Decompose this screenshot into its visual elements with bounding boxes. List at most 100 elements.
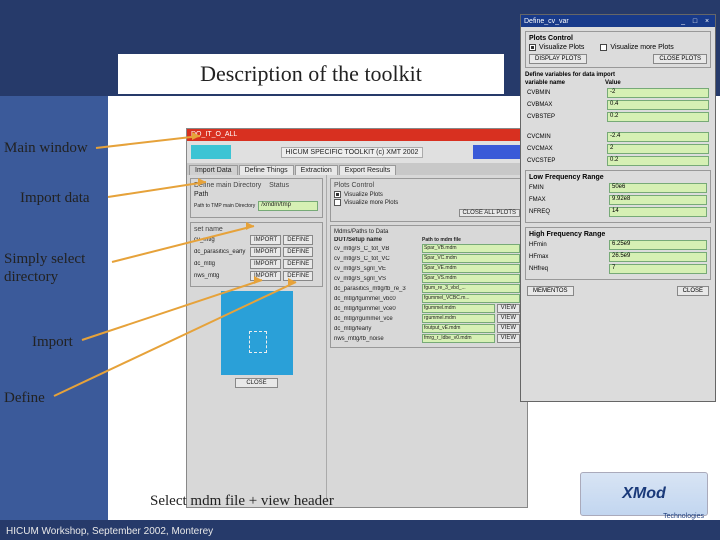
data-list-sub: DUT/Setup name xyxy=(334,237,420,243)
visualize-more-checkbox[interactable] xyxy=(334,199,341,206)
var-value-input[interactable]: 0.4 xyxy=(607,100,709,110)
plots-control-title: Plots Control xyxy=(334,182,520,189)
popup-vis-more-checkbox[interactable] xyxy=(600,44,607,51)
define-dir-title: Define main Directory Status xyxy=(194,182,319,189)
var-value-input[interactable]: 6.25e9 xyxy=(609,240,707,250)
mdm-file-input[interactable]: fgummel.mdm xyxy=(422,304,495,313)
var-value-input[interactable]: 2 xyxy=(607,144,709,154)
mdm-file-input[interactable]: Spar_VE.mdm xyxy=(422,264,520,273)
var-name: FMAX xyxy=(529,197,609,203)
import-button[interactable]: IMPORT xyxy=(250,235,281,245)
close-plots-button[interactable]: CLOSE PLOTS xyxy=(653,54,707,64)
define-button[interactable]: DEFINE xyxy=(283,271,313,281)
minimize-icon[interactable]: _ xyxy=(678,18,688,25)
var-value-input[interactable]: 26.5e9 xyxy=(609,252,707,262)
set-row: nws_mtlg IMPORT DEFINE xyxy=(194,271,319,281)
logo-subtext: Technologies xyxy=(663,513,704,520)
var-row: CVBMAX0.4 xyxy=(527,100,709,110)
header-blue-block xyxy=(473,145,523,159)
dl-name: cv_mtlg/S_C_tot_VB xyxy=(334,246,420,252)
set-name: dc_parasitics_early xyxy=(194,249,248,255)
var-name: NFREQ xyxy=(529,209,609,215)
import-button[interactable]: IMPORT xyxy=(250,259,281,269)
var-value-input[interactable]: 50e6 xyxy=(609,183,707,193)
mdm-file-input[interactable]: Spar_VS.mdm xyxy=(422,274,520,283)
tab-extraction[interactable]: Extraction xyxy=(295,165,338,175)
mdm-file-input[interactable]: fgum_re_3_vbd_... xyxy=(422,284,520,293)
define-button[interactable]: DEFINE xyxy=(283,247,313,257)
popup-plots-title: Plots Control xyxy=(529,35,707,42)
view-button[interactable]: VIEW xyxy=(497,334,520,343)
data-list-title: Mdms/Paths to Data xyxy=(334,229,520,235)
annot-import: Import xyxy=(32,334,73,351)
vars-title: Define variables for data import xyxy=(525,72,711,78)
dl-name: dc_parasitics_mtlg/fb_re_3 xyxy=(334,286,420,292)
mdm-file-input[interactable]: rgummel.mdm xyxy=(422,314,495,323)
mdm-file-input[interactable]: fmrg_r_Idbe_v0.mdm xyxy=(422,334,495,343)
path-input[interactable]: /xmdm/tmp xyxy=(258,201,318,211)
var-value-input[interactable]: 0.2 xyxy=(607,112,709,122)
logo: XMod xyxy=(580,472,708,516)
mdm-file-input[interactable]: fgummel_VCBC.m... xyxy=(422,294,520,303)
dl-name: dc_mtlg/fgummel_vce0 xyxy=(334,306,420,312)
view-button[interactable]: VIEW xyxy=(497,304,520,313)
var-value-input[interactable]: 0.2 xyxy=(607,156,709,166)
visualize-plots-checkbox[interactable] xyxy=(334,191,341,198)
var-name: NHfreq xyxy=(529,266,609,272)
var-name: FMIN xyxy=(529,185,609,191)
var-row: CVCSTEP0.2 xyxy=(527,156,709,166)
main-window: DO_IT_O_ALL HICUM SPECIFIC TOOLKIT (c) X… xyxy=(186,128,528,508)
view-button[interactable]: VIEW xyxy=(497,324,520,333)
close-all-plots-button[interactable]: CLOSE ALL PLOTS xyxy=(459,209,520,217)
plots-control-frame: Plots Control Visualize Plots Visualize … xyxy=(330,178,524,222)
mementos-button[interactable]: MEMENTOS xyxy=(527,286,574,296)
set-row: dc_parasitics_early IMPORT DEFINE xyxy=(194,247,319,257)
tab-define-things[interactable]: Define Things xyxy=(239,165,294,175)
close-icon[interactable]: × xyxy=(702,18,712,25)
annot-define: Define xyxy=(4,390,45,407)
popup-vis-checkbox[interactable] xyxy=(529,44,536,51)
var-value-input[interactable]: 7 xyxy=(609,264,707,274)
data-list-frame: Mdms/Paths to Data DUT/Setup name Path t… xyxy=(330,225,524,348)
list-item: dc_mtlg/fgummel_vce0fgummel.mdmVIEW xyxy=(334,304,520,313)
import-button[interactable]: IMPORT xyxy=(250,271,281,281)
mdm-file-input[interactable]: Spar_VC.mdm xyxy=(422,254,520,263)
set-row: cv_mtlg IMPORT DEFINE xyxy=(194,235,319,245)
sets-col1: set name xyxy=(194,226,319,233)
popup-close-button[interactable]: CLOSE xyxy=(677,286,709,296)
var-name: CVCMIN xyxy=(527,134,607,140)
var-name: CVBMIN xyxy=(527,90,607,96)
define-button[interactable]: DEFINE xyxy=(283,235,313,245)
popup-vis-more-label: Visualize more Plots xyxy=(610,44,673,51)
var-value-input[interactable]: -2.4 xyxy=(607,132,709,142)
popup-titlebar[interactable]: Define_cv_var _ □ × xyxy=(521,15,715,27)
list-item: dc_mtlg/fearlyfoutput_vE.mdmVIEW xyxy=(334,324,520,333)
hf-frame: High Frequency Range HFmin6.25e9 HFmax26… xyxy=(525,227,711,280)
header-cyan-block xyxy=(191,145,231,159)
page-title: Description of the toolkit xyxy=(118,54,504,94)
mdm-file-input[interactable]: foutput_vE.mdm xyxy=(422,324,495,333)
var-name: HFmin xyxy=(529,242,609,248)
define-button[interactable]: DEFINE xyxy=(283,259,313,269)
popup-title: Define_cv_var xyxy=(524,18,569,25)
var-name: CVBMAX xyxy=(527,102,607,108)
var-value-input[interactable]: -2 xyxy=(607,88,709,98)
list-item: dc_mtlg/rgummel_vcergummel.mdmVIEW xyxy=(334,314,520,323)
list-item: cv_mtlg/S_sgnl_VSSpar_VS.mdm xyxy=(334,274,520,283)
maximize-icon[interactable]: □ xyxy=(690,18,700,25)
close-button[interactable]: CLOSE xyxy=(235,378,277,388)
preview-thumbnail xyxy=(221,291,293,375)
main-titlebar[interactable]: DO_IT_O_ALL xyxy=(187,129,527,141)
var-value-input[interactable]: 14 xyxy=(609,207,707,217)
dl-name: cv_mtlg/S_sgnl_VE xyxy=(334,266,420,272)
tab-export-results[interactable]: Export Results xyxy=(339,165,397,175)
mdm-file-input[interactable]: Spar_VB.mdm xyxy=(422,244,520,253)
var-row: CVBSTEP0.2 xyxy=(527,112,709,122)
tab-import-data[interactable]: Import Data xyxy=(189,165,238,175)
var-value-input[interactable]: 9.92e8 xyxy=(609,195,707,205)
define-dir-frame: Define main Directory Status Path Path t… xyxy=(190,178,323,218)
display-plots-button[interactable]: DISPLAY PLOTS xyxy=(529,54,587,64)
lf-frame: Low Frequency Range FMIN50e6 FMAX9.92e8 … xyxy=(525,170,711,223)
import-button[interactable]: IMPORT xyxy=(250,247,281,257)
view-button[interactable]: VIEW xyxy=(497,314,520,323)
